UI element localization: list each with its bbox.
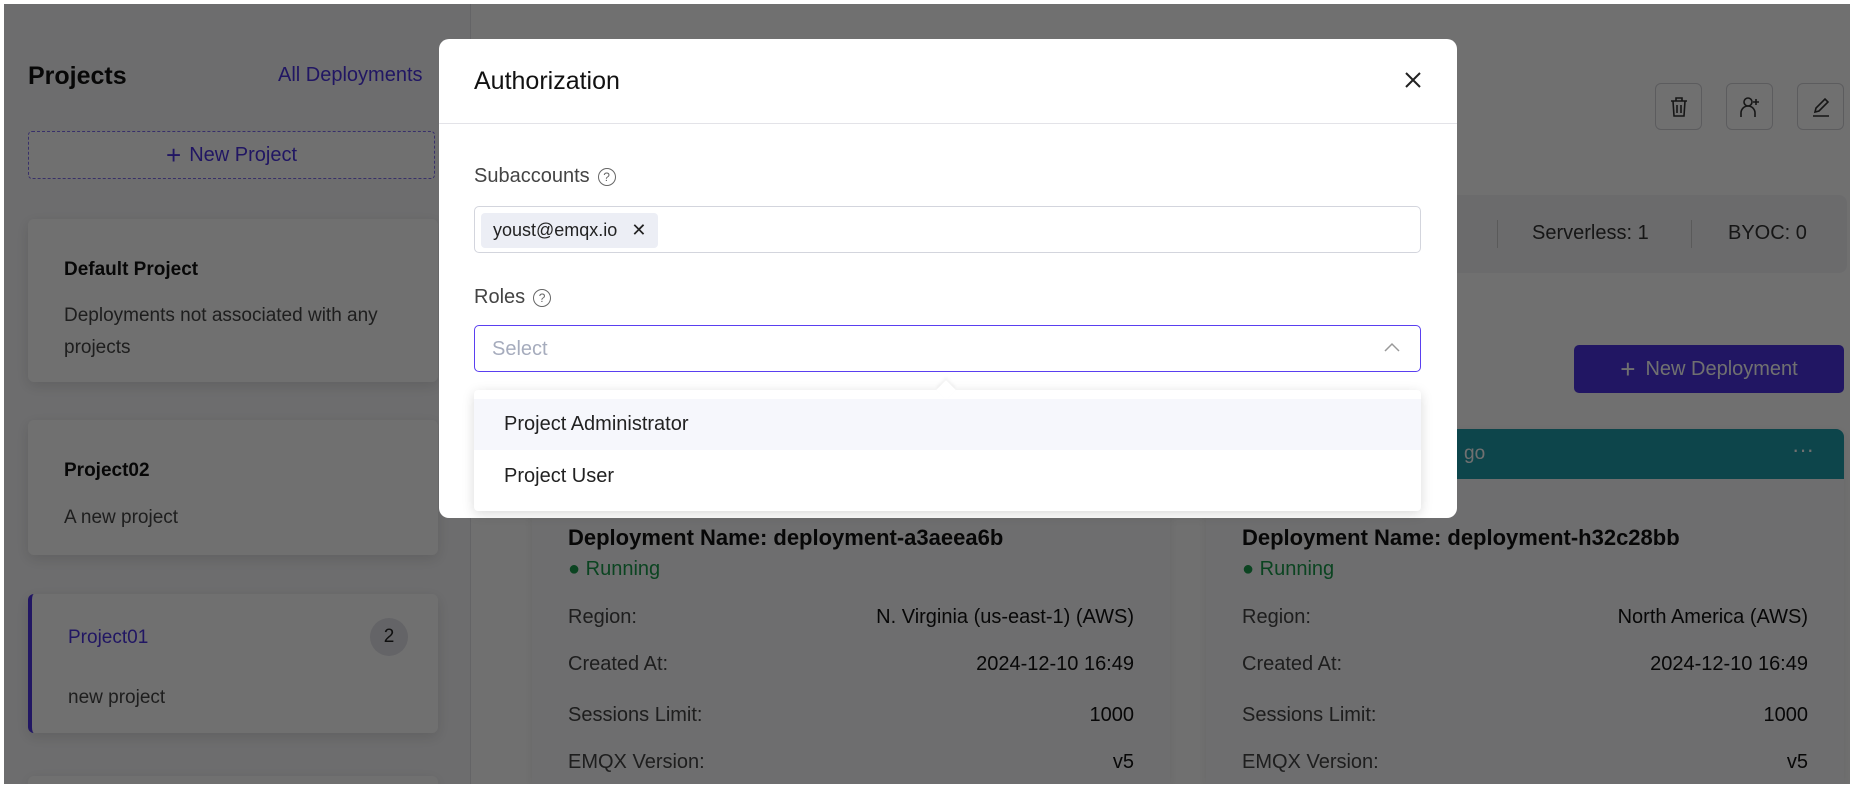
label-text: Roles <box>474 286 526 308</box>
status-text: Running <box>1259 558 1335 580</box>
info-value: North America (AWS) <box>1617 606 1808 628</box>
tag-text: youst@emqx.io <box>493 220 618 240</box>
project-description: A new project <box>64 507 179 528</box>
project-description: new project <box>68 687 166 708</box>
option-project-administrator[interactable]: Project Administrator <box>474 399 1421 450</box>
info-value: v5 <box>1112 751 1134 773</box>
info-label: Sessions Limit: <box>1242 704 1377 726</box>
project-name: Project01 <box>68 627 149 648</box>
roles-label: Roles? <box>474 286 552 309</box>
close-icon[interactable] <box>1400 67 1426 93</box>
project-card-project02[interactable]: Project02 A new project <box>28 420 438 555</box>
info-row: Created At: 2024-12-10 16:49 <box>1242 653 1808 676</box>
info-row: Sessions Limit: 1000 <box>1242 704 1808 727</box>
info-label: Region: <box>568 606 637 628</box>
modal-title: Authorization <box>474 67 620 95</box>
more-icon[interactable]: ··· <box>1792 437 1814 463</box>
project-card-default[interactable]: Default Project Deployments not associat… <box>28 219 438 382</box>
new-project-button[interactable]: + New Project <box>28 131 435 179</box>
new-deployment-button[interactable]: + New Deployment <box>1574 345 1844 393</box>
remove-tag-icon[interactable]: ✕ <box>631 220 646 241</box>
project-name: Project02 <box>64 460 150 481</box>
info-row: Created At: 2024-12-10 16:49 <box>568 653 1134 676</box>
info-label: EMQX Version: <box>1242 751 1379 773</box>
info-row: EMQX Version: v5 <box>1242 751 1808 774</box>
delete-button[interactable] <box>1655 83 1702 130</box>
sidebar-title: Projects <box>28 62 127 90</box>
subaccounts-select[interactable]: youst@emqx.io ✕ <box>474 206 1421 253</box>
project-card-project01[interactable]: Project01 2 new project <box>28 594 438 733</box>
info-value: v5 <box>1786 751 1808 773</box>
info-row: Region: North America (AWS) <box>1242 606 1808 629</box>
deployment-count-badge: 2 <box>370 618 408 656</box>
byoc-count: BYOC: 0 <box>1728 222 1807 244</box>
info-row: Region: N. Virginia (us-east-1) (AWS) <box>568 606 1134 629</box>
project-description: Deployments not associated with any proj… <box>64 305 378 358</box>
project-card[interactable] <box>28 776 438 784</box>
edit-button[interactable] <box>1797 83 1844 130</box>
info-label: Created At: <box>568 653 669 675</box>
plus-icon: + <box>1620 353 1636 384</box>
info-value: 1000 <box>1763 704 1809 726</box>
roles-dropdown: Project Administrator Project User <box>474 380 1421 511</box>
info-row: Sessions Limit: 1000 <box>568 704 1134 727</box>
subaccounts-label: Subaccounts? <box>474 165 616 188</box>
trash-icon <box>1670 96 1687 117</box>
new-project-label: New Project <box>189 143 297 166</box>
plus-icon: + <box>166 139 182 170</box>
deployment-header-text: go <box>1464 443 1486 464</box>
deployment-name: Deployment Name: deployment-a3aeea6b <box>568 525 1004 550</box>
add-user-icon <box>1739 96 1759 117</box>
info-value: 1000 <box>1089 704 1135 726</box>
roles-placeholder: Select <box>492 338 548 360</box>
help-icon[interactable]: ? <box>533 288 552 307</box>
divider <box>1497 220 1498 248</box>
edit-icon <box>1812 97 1829 117</box>
status-text: Running <box>585 558 661 580</box>
info-row: EMQX Version: v5 <box>568 751 1134 774</box>
info-value: N. Virginia (us-east-1) (AWS) <box>876 606 1134 628</box>
all-deployments-link[interactable]: All Deployments <box>278 64 423 87</box>
subaccount-tag: youst@emqx.io ✕ <box>481 213 659 248</box>
deployment-name: Deployment Name: deployment-h32c28bb <box>1242 525 1680 550</box>
divider <box>439 123 1457 124</box>
help-icon[interactable]: ? <box>597 167 616 186</box>
info-value: 2024-12-10 16:49 <box>976 653 1134 675</box>
info-label: Sessions Limit: <box>568 704 703 726</box>
status-badge: ● Running <box>568 558 661 580</box>
add-user-button[interactable] <box>1726 83 1773 130</box>
status-badge: ● Running <box>1242 558 1335 580</box>
serverless-count: Serverless: 1 <box>1532 222 1649 244</box>
sidebar: Projects All Deployments + New Project De… <box>4 4 471 784</box>
project-name: Default Project <box>64 259 199 280</box>
info-label: Created At: <box>1242 653 1343 675</box>
info-label: Region: <box>1242 606 1311 628</box>
option-project-user[interactable]: Project User <box>474 451 1421 502</box>
info-value: 2024-12-10 16:49 <box>1650 653 1808 675</box>
label-text: Subaccounts <box>474 165 590 187</box>
divider <box>1691 220 1692 248</box>
new-deployment-label: New Deployment <box>1645 357 1798 380</box>
chevron-up-icon <box>1384 342 1400 352</box>
info-label: EMQX Version: <box>568 751 705 773</box>
roles-select[interactable]: Select <box>474 325 1421 372</box>
